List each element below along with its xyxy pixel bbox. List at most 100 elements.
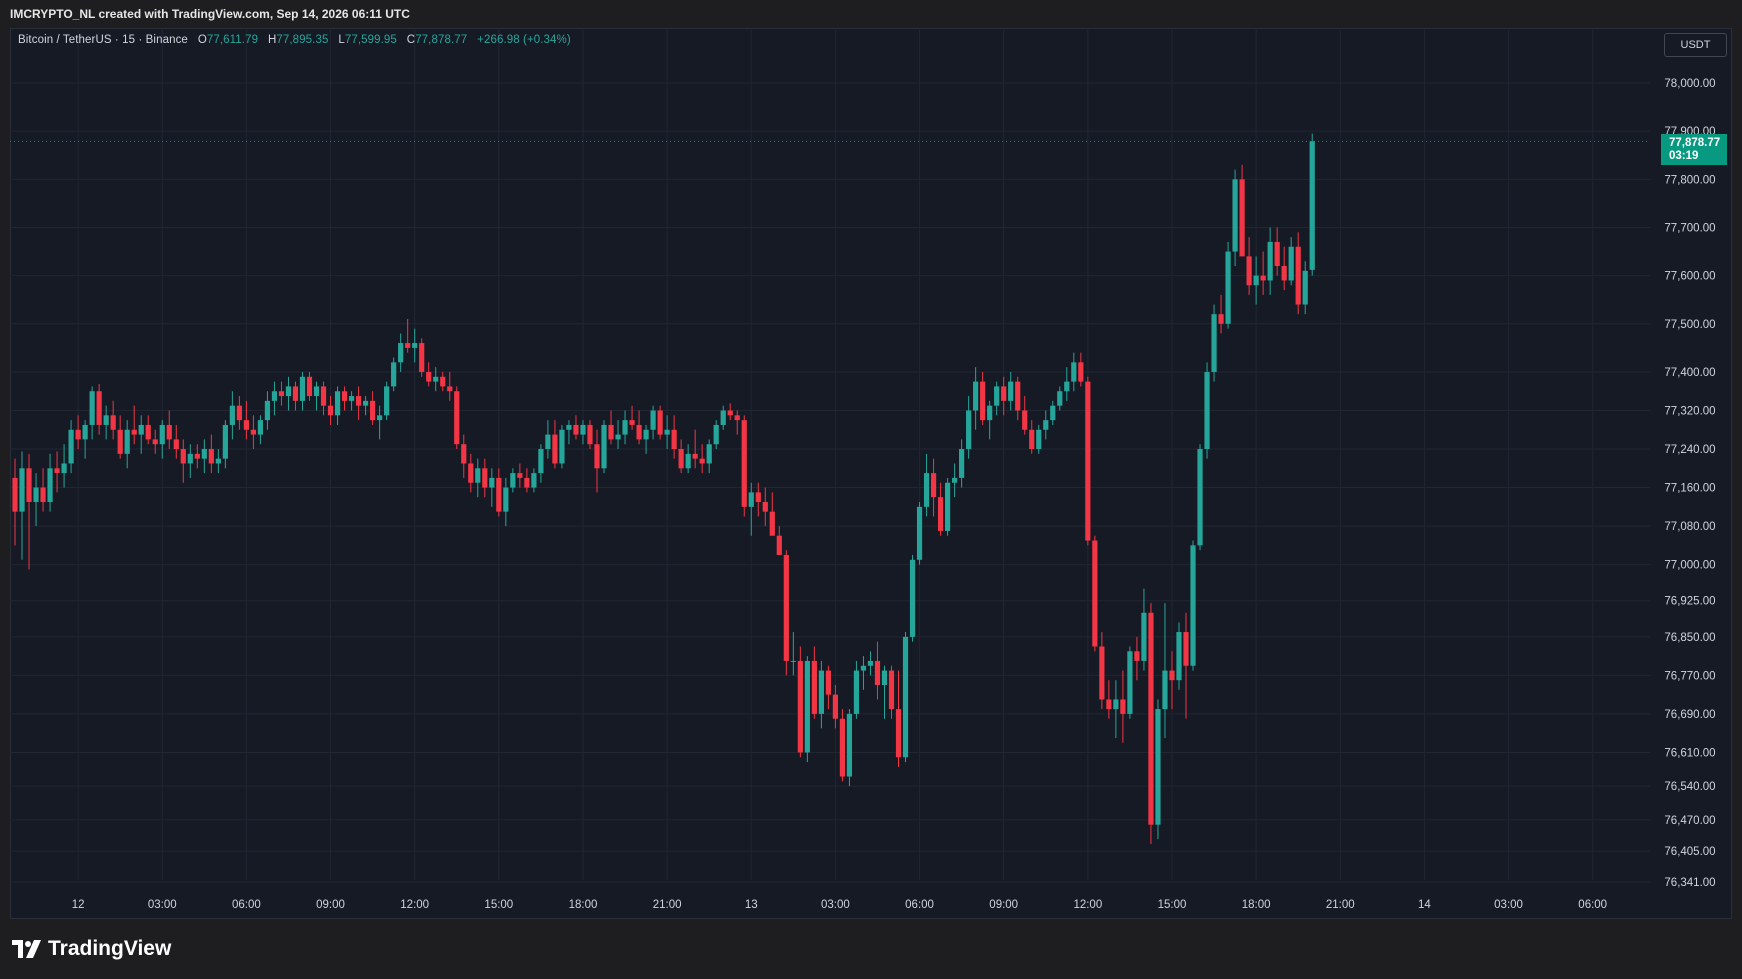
candle [1071,352,1077,392]
candle [580,420,586,445]
time-tick-label: 09:00 [316,899,345,911]
time-tick-label: 12 [72,899,85,911]
candle-body [131,429,137,435]
candle [1274,227,1280,276]
candle [804,656,810,763]
candle-body [355,396,362,406]
time-tick-label: 21:00 [653,899,682,911]
candle-body [930,473,937,498]
candle-body [377,415,383,421]
candle-body [433,376,439,382]
legend-change: +266.98 (+0.34%) [477,34,571,46]
candle [566,420,572,445]
candle-body [440,376,446,387]
candle [1260,251,1266,295]
tradingview-footer[interactable]: TradingView [12,936,171,962]
time-tick-label: 15:00 [484,899,513,911]
price-tick-label: 76,470.00 [1664,815,1715,827]
candle [61,444,67,488]
candle [124,420,130,469]
candle [257,415,264,445]
candle [496,468,502,517]
candle-body [1134,651,1140,661]
candle [944,477,951,536]
candle-body [1225,251,1231,324]
candle-body [1141,612,1147,661]
candle [306,371,313,401]
candle [75,415,81,450]
candle [26,453,32,570]
candle-body [832,694,839,719]
currency-button[interactable]: USDT [1664,33,1727,57]
candle-body [1162,670,1168,710]
candle-body [33,487,39,503]
candle-body [952,477,958,483]
candle [1148,603,1154,844]
candle-body [741,420,747,507]
candle-body [987,405,993,421]
candle-body [82,424,88,440]
price-tick-label: 76,405.00 [1664,846,1715,858]
candle-body [285,386,292,397]
candle [173,424,179,459]
legend-open-label: O [197,34,207,46]
candle-body [89,391,95,425]
candle [1050,400,1056,425]
candle-body [124,429,130,454]
candle-body [881,670,888,686]
candle [1218,294,1224,334]
legend-low-value: 77,599.95 [344,34,397,46]
candle [1211,304,1217,382]
candle [846,709,853,787]
candle [117,415,123,459]
candle [419,338,425,377]
candle [40,468,46,512]
candle-body [643,429,649,440]
candle-body [327,405,334,416]
candle [1043,410,1049,440]
candle [706,439,712,474]
candle-body [685,453,691,469]
candle-body [580,424,586,435]
candle-body [257,420,264,435]
candle [1092,535,1098,652]
candle [1169,651,1175,710]
candle [930,458,937,517]
candle-body [68,429,74,464]
candle-body [61,463,67,474]
price-chart[interactable]: 78,000.0077,900.0077,800.0077,700.0077,6… [0,0,1742,979]
candle-body [1085,381,1091,541]
candle [243,400,249,440]
candle [839,709,846,782]
candle [587,420,593,450]
candle [166,410,172,450]
candle-body [201,449,207,459]
candle [131,405,137,445]
candle-body [398,343,404,363]
candle-body [1309,141,1315,270]
candle-body [608,424,614,440]
candle-body [678,449,684,469]
candle-body [825,670,831,695]
candle-body [482,468,488,488]
candle [215,449,221,474]
candle-body [1274,241,1280,267]
price-tick-label: 77,500.00 [1664,319,1715,331]
candle [313,381,320,411]
candle-body [306,376,313,397]
candle [601,420,607,474]
price-tick-label: 76,925.00 [1664,596,1715,608]
candle [82,420,88,459]
candle [475,458,481,498]
candle [355,386,362,421]
candle-body [980,381,986,421]
candle-body [937,497,944,531]
candle-body [1295,246,1301,305]
candle [895,670,902,767]
candle-body [1169,670,1175,681]
candle-body [475,468,481,483]
candle [713,420,719,450]
candle-body [734,415,740,421]
candle-body [271,391,278,401]
candle-body [916,506,923,560]
